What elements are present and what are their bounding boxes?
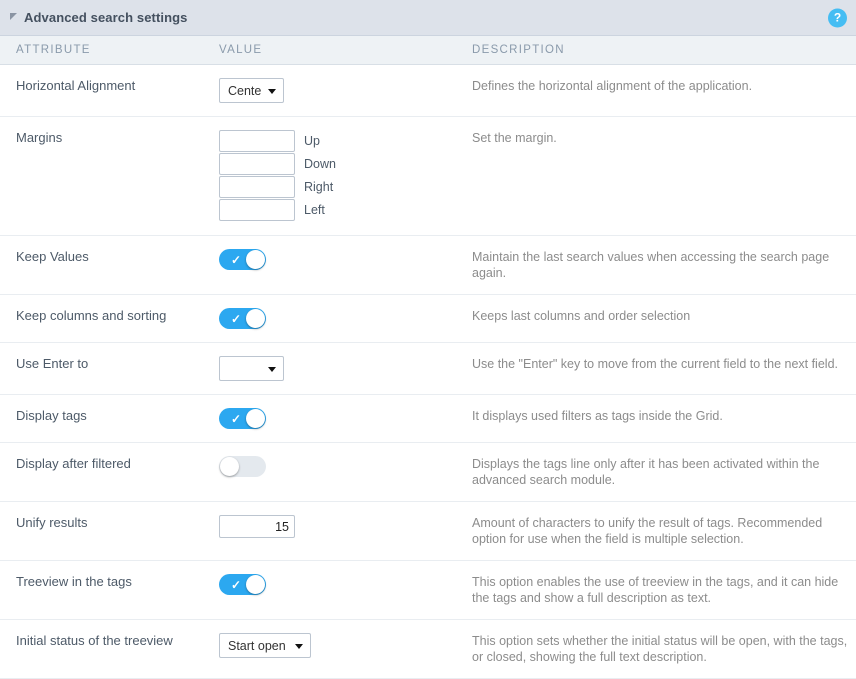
table-row: Treeview in the tags ✓ This option enabl… (0, 561, 856, 620)
description-text: This option sets whether the initial sta… (456, 620, 856, 679)
margin-down-input[interactable] (219, 153, 295, 175)
value-cell: Start open (203, 620, 456, 679)
margin-right-input[interactable] (219, 176, 295, 198)
value-cell: Center (203, 65, 456, 117)
horizontal-alignment-select-wrap: Center (219, 78, 284, 103)
table-row: Horizontal Alignment Center Defines the … (0, 65, 856, 117)
initial-status-select-wrap: Start open (219, 633, 311, 658)
toggle-knob (246, 309, 265, 328)
initial-status-of-the-treeview-select[interactable]: Start open (219, 633, 311, 658)
toggle-knob (246, 575, 265, 594)
table-row: Use Enter to Use the "Enter" key to move… (0, 343, 856, 395)
description-text: Set the margin. (456, 117, 856, 236)
help-icon[interactable]: ? (828, 8, 847, 27)
margin-up-row: Up (219, 130, 456, 152)
table-header-row: ATTRIBUTE VALUE DESCRIPTION (0, 36, 856, 65)
check-icon: ✓ (231, 413, 241, 425)
column-header-attribute: ATTRIBUTE (0, 36, 203, 65)
table-row: Margins Up Down Right Left (0, 117, 856, 236)
settings-table: ATTRIBUTE VALUE DESCRIPTION Horizontal A… (0, 36, 856, 679)
use-enter-to-select-wrap (219, 356, 284, 381)
margin-down-row: Down (219, 153, 456, 175)
description-text: Defines the horizontal alignment of the … (456, 65, 856, 117)
value-cell: ✓ (203, 395, 456, 443)
horizontal-alignment-select[interactable]: Center (219, 78, 284, 103)
table-row: Display tags ✓ It displays used filters … (0, 395, 856, 443)
attribute-label: Unify results (0, 502, 203, 561)
toggle-knob (246, 250, 265, 269)
attribute-label: Display after filtered (0, 443, 203, 502)
check-icon: ✓ (231, 254, 241, 266)
attribute-label: Horizontal Alignment (0, 65, 203, 117)
margin-right-label: Right (304, 180, 333, 194)
panel-title-bar[interactable]: Advanced search settings ? (0, 0, 856, 36)
margin-up-input[interactable] (219, 130, 295, 152)
value-cell (203, 502, 456, 561)
display-tags-toggle[interactable]: ✓ (219, 408, 266, 429)
column-header-description: DESCRIPTION (456, 36, 856, 65)
attribute-label: Initial status of the treeview (0, 620, 203, 679)
attribute-label: Display tags (0, 395, 203, 443)
value-cell: ✓ (203, 443, 456, 502)
table-body: Horizontal Alignment Center Defines the … (0, 65, 856, 679)
table-header: ATTRIBUTE VALUE DESCRIPTION (0, 36, 856, 65)
table-row: Keep columns and sorting ✓ Keeps last co… (0, 295, 856, 343)
margin-up-label: Up (304, 134, 320, 148)
value-cell: Up Down Right Left (203, 117, 456, 236)
description-text: Use the "Enter" key to move from the cur… (456, 343, 856, 395)
description-text: This option enables the use of treeview … (456, 561, 856, 620)
check-icon: ✓ (231, 579, 241, 591)
description-text: Amount of characters to unify the result… (456, 502, 856, 561)
table-row: Initial status of the treeview Start ope… (0, 620, 856, 679)
display-after-filtered-toggle[interactable]: ✓ (219, 456, 266, 477)
margin-left-label: Left (304, 203, 325, 217)
use-enter-to-select[interactable] (219, 356, 284, 381)
check-icon: ✓ (231, 313, 241, 325)
page-title: Advanced search settings (24, 10, 188, 25)
attribute-label: Keep columns and sorting (0, 295, 203, 343)
attribute-label: Treeview in the tags (0, 561, 203, 620)
table-row: Display after filtered ✓ Displays the ta… (0, 443, 856, 502)
triangle-collapse-icon[interactable] (10, 13, 17, 20)
margin-down-label: Down (304, 157, 336, 171)
value-cell: ✓ (203, 236, 456, 295)
keep-columns-and-sorting-toggle[interactable]: ✓ (219, 308, 266, 329)
table-row: Unify results Amount of characters to un… (0, 502, 856, 561)
description-text: Maintain the last search values when acc… (456, 236, 856, 295)
description-text: Keeps last columns and order selection (456, 295, 856, 343)
margin-left-row: Left (219, 199, 456, 221)
keep-values-toggle[interactable]: ✓ (219, 249, 266, 270)
attribute-label: Keep Values (0, 236, 203, 295)
value-cell: ✓ (203, 561, 456, 620)
treeview-in-the-tags-toggle[interactable]: ✓ (219, 574, 266, 595)
attribute-label: Margins (0, 117, 203, 236)
margin-right-row: Right (219, 176, 456, 198)
toggle-knob (246, 409, 265, 428)
margin-left-input[interactable] (219, 199, 295, 221)
column-header-value: VALUE (203, 36, 456, 65)
unify-results-input[interactable] (219, 515, 295, 538)
table-row: Keep Values ✓ Maintain the last search v… (0, 236, 856, 295)
description-text: It displays used filters as tags inside … (456, 395, 856, 443)
toggle-knob (220, 457, 239, 476)
value-cell: ✓ (203, 295, 456, 343)
attribute-label: Use Enter to (0, 343, 203, 395)
description-text: Displays the tags line only after it has… (456, 443, 856, 502)
value-cell (203, 343, 456, 395)
